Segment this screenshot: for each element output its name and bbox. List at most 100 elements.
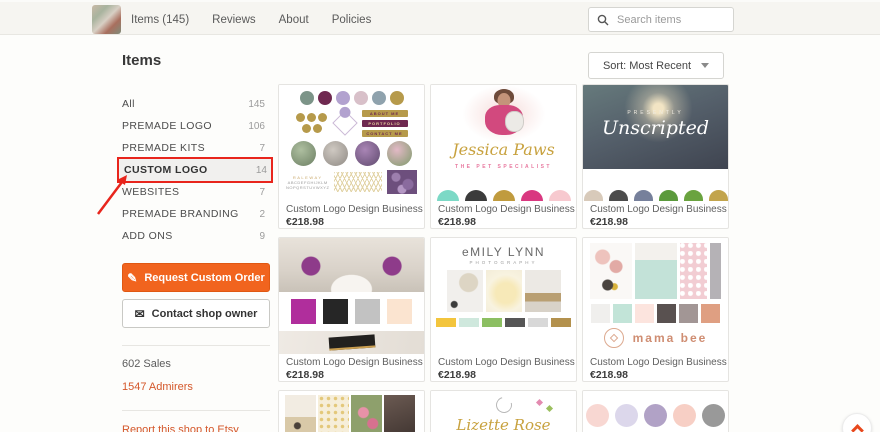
request-custom-order-label: Request Custom Order: [144, 271, 265, 284]
specimen-line: ABCDEFGHIJKLM: [287, 179, 328, 185]
product-title: Custom Logo Design Business Logo ...: [438, 357, 576, 368]
category-label: PREMADE LOGO: [122, 120, 212, 132]
chevron-down-icon: [701, 63, 710, 68]
color-dot: [299, 91, 314, 105]
product-title: Custom Logo Design Business Logo ...: [286, 204, 424, 215]
divider: [122, 410, 270, 411]
color-dot: [673, 404, 696, 427]
product-price: €218.98: [590, 369, 628, 381]
color-swatch: [436, 190, 459, 201]
color-dot: [317, 91, 332, 105]
business-card-photo: [279, 331, 424, 354]
contact-shop-owner-button[interactable]: ✉ Contact shop owner: [122, 299, 270, 328]
product-card[interactable]: [278, 390, 425, 432]
chevron-up-icon: [850, 424, 864, 432]
tab-about[interactable]: About: [279, 14, 309, 26]
category-label: ADD ONS: [122, 230, 173, 242]
photo-circles: [279, 141, 424, 166]
report-shop-link[interactable]: Report this shop to Etsy: [122, 424, 270, 432]
color-dot: [353, 91, 368, 105]
product-image: Lizette Rose: [431, 391, 576, 432]
product-image: [583, 391, 728, 432]
logo-stamp: [603, 328, 624, 348]
product-card[interactable]: PRESENTLY Unscripted Custom Logo Design Bu…: [582, 84, 729, 229]
sort-label: Sort: Most Recent: [602, 59, 692, 72]
sidebar-item-premade-logo[interactable]: PREMADE LOGO 106: [122, 115, 270, 137]
category-label: All: [122, 98, 135, 110]
sidebar-item-premade-branding[interactable]: PREMADE BRANDING 2: [122, 203, 270, 225]
floral-swatch: [387, 170, 417, 194]
header-tabs: Items (145) Reviews About Policies: [131, 2, 371, 37]
palette-swatches: [583, 190, 728, 201]
product-card[interactable]: [582, 390, 729, 432]
color-dot: [389, 91, 404, 105]
color-dot: [371, 91, 386, 105]
brand-tagline: THE PET SPECIALIST: [455, 164, 552, 170]
sidebar-item-premade-kits[interactable]: PREMADE KITS 7: [122, 137, 270, 159]
social-icon: [307, 113, 316, 122]
product-card[interactable]: Lizette Rose: [430, 390, 577, 432]
color-swatch: [436, 318, 456, 327]
product-card[interactable]: ABOUT ME PORTFOLIO CONTACT ME RALEWAY ABCDEF…: [278, 84, 425, 229]
category-count: 7: [259, 186, 265, 198]
social-icon: [318, 113, 327, 122]
banner-about-me: ABOUT ME: [361, 109, 408, 117]
product-image: [279, 391, 424, 432]
photo-tile: [485, 270, 522, 312]
color-swatch: [355, 299, 380, 324]
banner-contact-me: CONTACT ME: [361, 129, 408, 137]
pattern-tile: [680, 243, 707, 299]
back-to-top-button[interactable]: [842, 413, 872, 432]
floral-accent: [336, 104, 353, 121]
shop-header-bar: Items (145) Reviews About Policies: [0, 0, 880, 35]
sales-count: 602 Sales: [122, 358, 171, 370]
category-count: 9: [259, 230, 265, 242]
product-price: €218.98: [590, 216, 628, 228]
tab-items-145[interactable]: Items (145): [131, 14, 189, 26]
product-card[interactable]: eMILY LYNN PHOTOGRAPHY Custom Logo Design …: [430, 237, 577, 382]
product-card[interactable]: Custom Logo Design Business Logo ...€218…: [278, 237, 425, 382]
admirers-link[interactable]: 1547 Admirers: [122, 381, 270, 393]
heart-logo: [331, 104, 358, 136]
color-dot: [615, 404, 638, 427]
shop-avatar[interactable]: [92, 5, 121, 34]
business-card: [328, 334, 375, 351]
photo-circle: [323, 141, 348, 166]
photo-tile: [524, 270, 561, 312]
product-price: €218.98: [286, 216, 324, 228]
category-label: CUSTOM LOGO: [124, 164, 208, 176]
product-card[interactable]: mama bee Custom Logo Design Business Logo…: [582, 237, 729, 382]
category-list: All 145 PREMADE LOGO 106 PREMADE KITS 7 CUSTOM…: [119, 93, 271, 247]
product-card[interactable]: Jessica Paws THE PET SPECIALIST Custom Log…: [430, 84, 577, 229]
logo-elements: ABOUT ME PORTFOLIO CONTACT ME: [279, 104, 424, 137]
color-swatch: [591, 304, 610, 323]
tab-policies[interactable]: Policies: [332, 14, 372, 26]
photo-circle: [291, 141, 316, 166]
brand-script: Jessica Paws: [452, 140, 555, 159]
specimen-line: NOPQRSTUVWXYZ: [286, 184, 330, 190]
color-swatch: [679, 304, 698, 323]
sort-dropdown[interactable]: Sort: Most Recent: [588, 52, 724, 79]
sidebar-item-add-ons[interactable]: ADD ONS 9: [122, 225, 270, 247]
sidebar-item-custom-logo[interactable]: CUSTOM LOGO 14: [119, 159, 271, 181]
color-swatch: [701, 304, 720, 323]
color-swatch: [708, 190, 728, 201]
divider: [122, 345, 270, 346]
product-image: ABOUT ME PORTFOLIO CONTACT ME RALEWAY ABCDEF…: [279, 85, 424, 201]
color-dot: [702, 404, 725, 427]
color-swatch: [505, 318, 525, 327]
product-price: €218.98: [438, 216, 476, 228]
sidebar-item-all[interactable]: All 145: [122, 93, 270, 115]
palette-swatches: [583, 304, 728, 323]
sparkler-photo: PRESENTLY Unscripted: [583, 85, 728, 169]
color-swatch: [608, 190, 628, 201]
envelope-icon: ✉: [134, 306, 145, 321]
search-input[interactable]: [615, 12, 725, 27]
color-dot: [335, 91, 350, 105]
leaf-accent: [545, 404, 554, 413]
color-dot: [586, 404, 609, 427]
tab-reviews[interactable]: Reviews: [212, 14, 255, 26]
request-custom-order-button[interactable]: ✎ Request Custom Order: [122, 263, 270, 292]
sidebar-item-websites[interactable]: WEBSITES 7: [122, 181, 270, 203]
product-title: Custom Logo Design Business Logo ...: [590, 204, 728, 215]
